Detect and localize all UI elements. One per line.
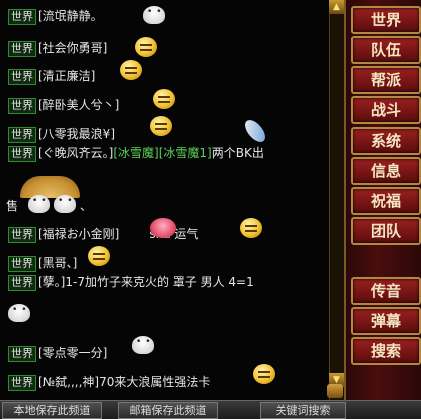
channel-button-team[interactable]: 队伍: [351, 36, 421, 64]
channel-button-guild[interactable]: 帮派: [351, 66, 421, 94]
emoji-face-icon: [150, 116, 172, 136]
chat-line: 售: [6, 198, 18, 215]
world-channel-tag[interactable]: 世界: [8, 345, 36, 362]
crab-emoji-icon: [150, 218, 176, 238]
emoji-face-icon: [120, 60, 142, 80]
player-name[interactable]: [福禄お小金刚]: [38, 227, 119, 241]
world-channel-tag[interactable]: 世界: [8, 97, 36, 114]
bottom-toolbar: 本地保存此频道 邮箱保存此频道 关键词搜索: [0, 400, 421, 419]
scroll-up-arrow-icon[interactable]: ▲: [329, 0, 344, 14]
world-channel-tag[interactable]: 世界: [8, 68, 36, 85]
player-name[interactable]: [社会你勇哥]: [38, 41, 107, 55]
world-channel-tag[interactable]: 世界: [8, 8, 36, 25]
world-channel-tag[interactable]: 世界: [8, 255, 36, 272]
ghost-emoji-icon: [54, 195, 77, 213]
chat-line: 世界 [醉卧美人兮丶]: [8, 97, 119, 114]
channel-button-system[interactable]: 系统: [351, 127, 421, 155]
player-name[interactable]: [流氓静静。: [38, 9, 103, 23]
chat-message: 售: [6, 199, 19, 213]
chat-panel[interactable]: 世界[流氓静静。 世界[社会你勇哥] 世界[清正廉洁] 世界[醉卧美人兮丶] 世…: [0, 0, 344, 400]
world-channel-tag[interactable]: 世界: [8, 40, 36, 57]
resize-grip[interactable]: [327, 384, 343, 398]
emoji-face-icon: [153, 89, 175, 109]
chat-line: 世界 [孽。]1-7加竹子来克火的 罩子 男人 4=1: [8, 274, 254, 291]
emoji-face-icon: [240, 218, 262, 238]
player-name[interactable]: [黑哥、]: [38, 256, 77, 270]
player-name[interactable]: [八零我最浪¥]: [38, 127, 115, 141]
channel-button-world[interactable]: 世界: [351, 6, 421, 34]
umbrella-icon: [20, 176, 80, 198]
ghost-emoji-icon: [132, 336, 155, 354]
ghost-emoji-icon: [28, 195, 51, 213]
save-channel-local-button[interactable]: 本地保存此频道: [2, 402, 102, 419]
danmaku-button[interactable]: 弹幕: [351, 307, 421, 335]
channel-button-blessing[interactable]: 祝福: [351, 187, 421, 215]
chat-line: 世界 [流氓静静。: [8, 8, 103, 25]
world-channel-tag[interactable]: 世界: [8, 226, 36, 243]
chat-line: 、: [80, 198, 92, 215]
player-name[interactable]: [孽。]: [38, 275, 65, 289]
chat-message: 、: [80, 199, 93, 213]
item-links[interactable]: [冰雪魔][冰雪魔1]: [113, 146, 211, 160]
chat-line: 世界 [零点零一分]: [8, 345, 107, 362]
chat-line: 世界 [黑哥、]: [8, 255, 77, 272]
chat-line: 世界 [清正廉洁]: [8, 68, 95, 85]
chat-line: 世界 [八零我最浪¥]: [8, 126, 115, 143]
channel-button-info[interactable]: 信息: [351, 157, 421, 185]
world-channel-tag[interactable]: 世界: [8, 145, 36, 162]
world-channel-tag[interactable]: 世界: [8, 274, 36, 291]
whisper-button[interactable]: 传音: [351, 277, 421, 305]
chat-line: 世界 [社会你勇哥]: [8, 40, 107, 57]
channel-button-battle[interactable]: 战斗: [351, 96, 421, 124]
chat-message: 70来大浪属性强法卡: [99, 375, 211, 389]
save-channel-mail-button[interactable]: 邮箱保存此频道: [118, 402, 218, 419]
scrollbar-track[interactable]: [329, 0, 344, 400]
player-name[interactable]: [醉卧美人兮丶]: [38, 98, 119, 112]
chat-line: 世界 [№弑,,,,神]70来大浪属性强法卡: [8, 374, 210, 391]
player-name[interactable]: [ぐ晚风齐云。]: [38, 146, 113, 160]
ghost-emoji-icon: [8, 304, 31, 322]
feather-icon: [241, 116, 269, 146]
channel-sidebar: 世界 队伍 帮派 战斗 系统 信息 祝福 团队 传音 弹幕 搜索: [344, 0, 421, 400]
ghost-emoji-icon: [143, 6, 166, 24]
chat-line: 世界 [ぐ晚风齐云。][冰雪魔][冰雪魔1]两个BK出: [8, 145, 264, 162]
player-name[interactable]: [清正廉洁]: [38, 69, 95, 83]
player-name[interactable]: [零点零一分]: [38, 346, 107, 360]
chat-message: 两个BK出: [211, 146, 264, 160]
world-channel-tag[interactable]: 世界: [8, 374, 36, 391]
channel-button-group[interactable]: 团队: [351, 217, 421, 245]
chat-message: 1-7加竹子来克火的 罩子 男人 4=1: [65, 275, 254, 289]
player-name[interactable]: [№弑,,,,神]: [38, 375, 99, 389]
world-channel-tag[interactable]: 世界: [8, 126, 36, 143]
emoji-face-icon: [253, 364, 275, 384]
emoji-face-icon: [88, 246, 110, 266]
search-button[interactable]: 搜索: [351, 337, 421, 365]
emoji-face-icon: [135, 37, 157, 57]
keyword-search-button[interactable]: 关键词搜索: [260, 402, 346, 419]
